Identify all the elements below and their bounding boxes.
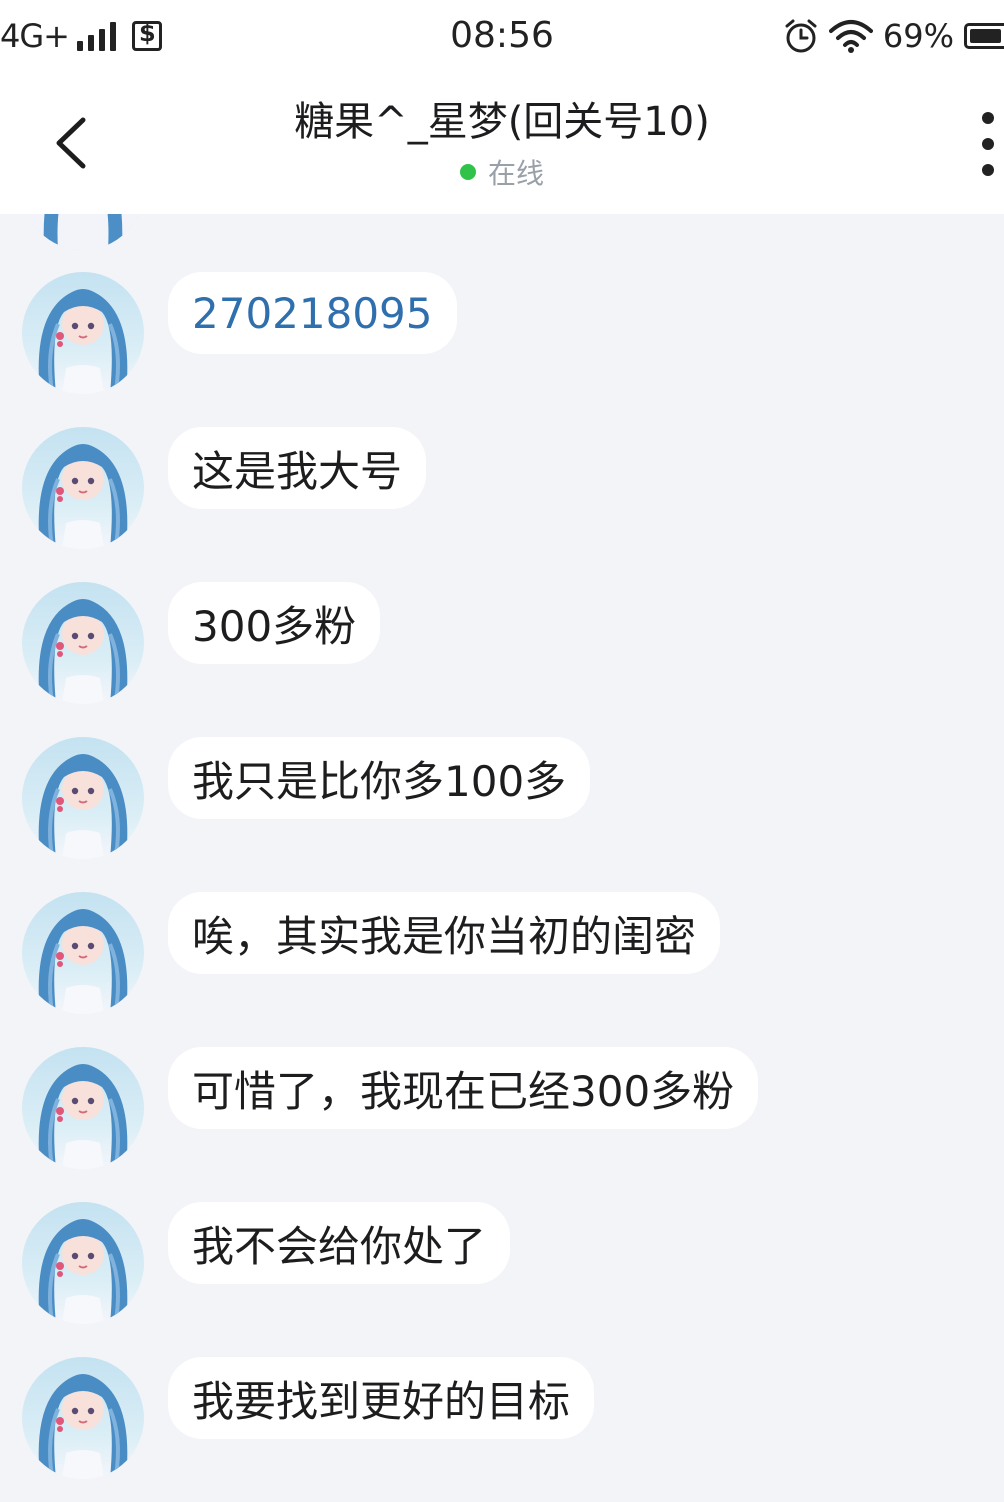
avatar[interactable]	[22, 892, 144, 1014]
message-row-partial	[0, 214, 1004, 252]
message-bubble[interactable]: 我不会给你处了	[168, 1202, 511, 1284]
online-status: 在线	[160, 152, 844, 192]
contact-name: 糖果^_星梦(回关号10)	[294, 99, 710, 145]
message-list[interactable]: 270218095 这是我大号 300多粉我只是比你多100多唉，其实我是你当初的闺…	[0, 214, 1004, 1502]
message-bubble-link[interactable]: 270218095	[168, 272, 457, 354]
message-row: 可惜了，我现在已经300多粉	[0, 1047, 1004, 1171]
message-row: 我只是比你多100多	[0, 737, 1004, 861]
battery-percent: 69%	[882, 17, 954, 55]
avatar[interactable]	[22, 737, 144, 859]
avatar[interactable]	[22, 272, 144, 394]
battery-icon	[964, 23, 1004, 49]
message-bubble[interactable]: 可惜了，我现在已经300多粉	[168, 1047, 759, 1129]
message-bubble[interactable]: 我要找到更好的目标	[168, 1357, 595, 1439]
avatar[interactable]	[22, 1357, 144, 1479]
message-bubble[interactable]: 唉，其实我是你当初的闺密	[168, 892, 721, 974]
avatar[interactable]	[22, 214, 144, 250]
avatar-image	[22, 214, 144, 250]
message-row: 唉，其实我是你当初的闺密	[0, 892, 1004, 1016]
message-row: 300多粉	[0, 582, 1004, 706]
message-row: 我不会给你处了	[0, 1202, 1004, 1326]
avatar[interactable]	[22, 582, 144, 704]
more-dot-icon	[982, 112, 994, 124]
message-row: 270218095	[0, 272, 1004, 396]
alarm-icon	[785, 19, 817, 53]
message-bubble[interactable]: 300多粉	[168, 582, 381, 664]
avatar-image	[22, 272, 144, 394]
avatar[interactable]	[22, 1202, 144, 1324]
online-dot-icon	[459, 164, 476, 180]
message-bubble[interactable]: 我只是比你多100多	[168, 737, 591, 819]
avatar-image	[22, 1202, 144, 1324]
status-bar: 4G+ 08:56 69%	[0, 0, 1004, 72]
status-right: 69%	[783, 14, 1004, 58]
chat-title-block[interactable]: 糖果^_星梦(回关号10) 在线	[160, 94, 844, 192]
more-options-button[interactable]	[964, 112, 1004, 176]
message-row: 这是我大号	[0, 427, 1004, 551]
avatar-image	[22, 582, 144, 704]
avatar-image	[22, 737, 144, 859]
chat-header: 糖果^_星梦(回关号10) 在线	[0, 72, 1004, 214]
online-status-label: 在线	[487, 157, 544, 190]
more-dot-icon	[982, 138, 994, 150]
avatar[interactable]	[22, 1047, 144, 1169]
message-bubble[interactable]: 这是我大号	[168, 427, 427, 509]
message-row: 我要找到更好的目标	[0, 1357, 1004, 1481]
avatar-image	[22, 1357, 144, 1479]
chevron-left-icon	[56, 117, 86, 169]
avatar[interactable]	[22, 427, 144, 549]
avatar-image	[22, 892, 144, 1014]
more-dot-icon	[982, 164, 994, 176]
avatar-image	[22, 427, 144, 549]
avatar-image	[22, 1047, 144, 1169]
wifi-icon	[828, 20, 873, 53]
back-button[interactable]	[40, 98, 100, 188]
